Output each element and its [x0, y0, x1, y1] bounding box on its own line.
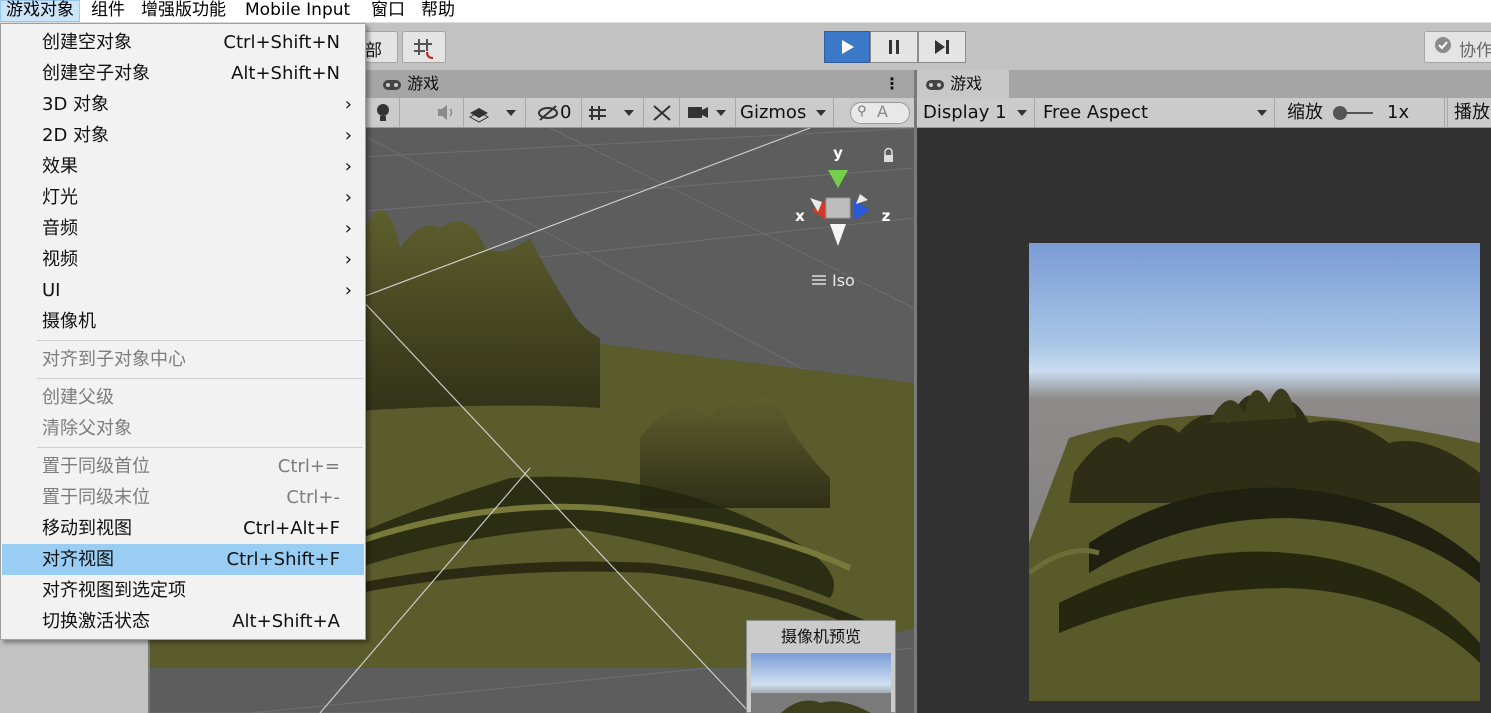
slider-thumb[interactable]: [1333, 106, 1347, 120]
tools-toggle[interactable]: [646, 98, 680, 127]
menu-item-create-empty-child[interactable]: 创建空子对象 Alt+Shift+N: [2, 58, 364, 89]
menu-window[interactable]: 窗口: [366, 0, 410, 22]
camera-preview-title: 摄像机预览: [780, 627, 861, 646]
hidden-objects-toggle[interactable]: 0: [534, 98, 582, 127]
gameobject-menu: 创建空对象 Ctrl+Shift+N 创建空子对象 Alt+Shift+N 3D 对…: [0, 23, 366, 640]
menu-item-camera[interactable]: 摄像机: [2, 306, 364, 337]
check-icon: [1435, 37, 1451, 53]
grid-snap-icon: [414, 39, 434, 59]
effects-dropdown[interactable]: [464, 98, 526, 127]
chevron-right-icon: ›: [344, 280, 352, 301]
menu-gameobject[interactable]: 游戏对象: [0, 0, 80, 22]
play-mode-dropdown[interactable]: 播放: [1447, 98, 1491, 127]
grid-dropdown[interactable]: [584, 98, 644, 127]
pause-icon: [889, 40, 899, 54]
game-tabbar: 游戏: [917, 70, 1491, 98]
light-toggle[interactable]: [366, 98, 400, 127]
grid-icon: [589, 106, 634, 120]
effects-icon: [468, 108, 516, 123]
tools-icon: [653, 105, 671, 121]
tab-game[interactable]: 游戏: [917, 70, 1009, 98]
tab-scene-game[interactable]: 游戏: [374, 70, 484, 98]
axis-z-label: z: [882, 207, 891, 225]
camera-dropdown[interactable]: [682, 98, 736, 127]
menu-item-move-to-view[interactable]: 移动到视图 Ctrl+Alt+F: [2, 513, 364, 544]
speaker-icon: [438, 105, 453, 120]
menu-mobile-input[interactable]: Mobile Input: [240, 0, 355, 22]
menu-item-set-last-sibling: 置于同级末位 Ctrl+-: [42, 487, 340, 508]
search-icon: ⚲: [857, 104, 867, 119]
menu-item-audio[interactable]: 音频 ›: [2, 213, 364, 244]
menu-help[interactable]: 帮助: [416, 0, 460, 22]
camera-preview: 摄像机预览: [746, 620, 896, 713]
eye-slash-icon: [538, 105, 558, 121]
audio-toggle[interactable]: [430, 98, 464, 127]
aspect-dropdown[interactable]: Free Aspect: [1035, 98, 1275, 127]
menu-item-effects[interactable]: 效果 ›: [2, 151, 364, 182]
menu-item-align-view-to-selected[interactable]: 对齐视图到选定项: [2, 575, 364, 606]
axis-x-label: x: [795, 207, 805, 225]
play-icon: [842, 40, 854, 54]
collab-button[interactable]: 协作: [1424, 31, 1491, 63]
chevron-down-icon: [816, 110, 826, 116]
menu-item-2d-object[interactable]: 2D 对象 ›: [2, 120, 364, 151]
menu-item-center-on-children: 对齐到子对象中心: [42, 349, 186, 370]
pause-button[interactable]: [870, 31, 918, 63]
gamepad-icon: [925, 70, 945, 98]
chevron-right-icon: ›: [344, 156, 352, 177]
step-icon: [935, 40, 949, 54]
menu-item-video[interactable]: 视频 ›: [2, 244, 364, 275]
menu-item-toggle-active[interactable]: 切换激活状态 Alt+Shift+A: [2, 606, 364, 637]
play-button[interactable]: [824, 31, 870, 63]
grid-snap-button[interactable]: [402, 31, 446, 63]
menu-item-align-with-view[interactable]: 对齐视图 Ctrl+Shift+F: [2, 544, 364, 575]
chevron-right-icon: ›: [344, 249, 352, 270]
video-camera-icon: [688, 107, 726, 118]
menu-item-create-empty[interactable]: 创建空对象 Ctrl+Shift+N: [2, 27, 364, 58]
menu-item-light[interactable]: 灯光 ›: [2, 182, 364, 213]
chevron-down-icon: [1257, 110, 1267, 116]
panel-menu-icon[interactable]: ⋮: [884, 74, 900, 93]
chevron-right-icon: ›: [344, 125, 352, 146]
chevron-down-icon: [1017, 110, 1027, 116]
menu-separator: [37, 340, 363, 341]
menu-item-clear-parent: 清除父对象: [42, 418, 132, 439]
lightbulb-icon: [376, 104, 389, 121]
menu-enhanced[interactable]: 增强版功能: [136, 0, 231, 22]
chevron-right-icon: ›: [344, 218, 352, 239]
chevron-right-icon: ›: [344, 187, 352, 208]
scale-slider[interactable]: 缩放 1x: [1277, 98, 1445, 127]
menu-item-set-first-sibling: 置于同级首位 Ctrl+=: [42, 456, 340, 477]
game-toolbar: Display 1 Free Aspect 缩放 1x 播放: [917, 98, 1491, 128]
menu-separator: [37, 447, 363, 448]
menu-component[interactable]: 组件: [86, 0, 130, 22]
step-button[interactable]: [918, 31, 966, 63]
menu-item-3d-object[interactable]: 3D 对象 ›: [2, 89, 364, 120]
iso-label: Iso: [832, 271, 855, 290]
scene-search-input[interactable]: ⚲ A: [850, 102, 910, 124]
menu-separator: [37, 378, 363, 379]
gamepad-icon: [382, 70, 402, 98]
axis-y-label: y: [833, 144, 843, 162]
menubar: 游戏对象 组件 增强版功能 Mobile Input 窗口 帮助: [0, 0, 1491, 22]
game-render: [1029, 243, 1480, 701]
camera-preview-image: [751, 653, 891, 713]
display-dropdown[interactable]: Display 1: [917, 98, 1035, 127]
gizmos-dropdown[interactable]: Gizmos: [738, 98, 834, 127]
menu-item-ui[interactable]: UI ›: [2, 275, 364, 306]
menu-item-make-parent: 创建父级: [42, 387, 114, 408]
chevron-right-icon: ›: [344, 94, 352, 115]
